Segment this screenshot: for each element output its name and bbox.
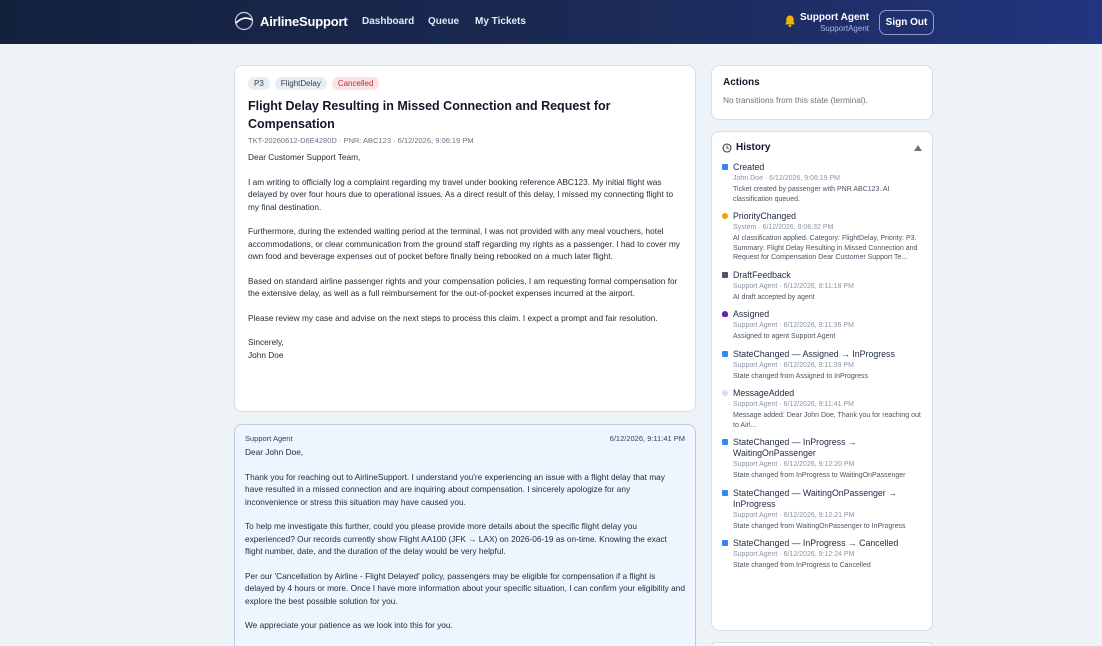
history-event-meta: Support Agent · 6/12/2026, 9:12:20 PM: [733, 461, 855, 468]
ticket-detail-card: P3 FlightDelay Cancelled Flight Delay Re…: [234, 65, 696, 412]
next-card-edge: [711, 642, 933, 646]
actions-card: Actions No transitions from this state (…: [711, 65, 933, 120]
history-event-name: Created: [733, 162, 765, 172]
history-event-desc: AI classification applied. Category: Fli…: [733, 235, 918, 261]
priority-badge: P3: [248, 77, 270, 90]
nav-queue[interactable]: Queue: [428, 16, 459, 27]
ticket-paragraph: I am writing to officially log a complai…: [248, 176, 674, 212]
history-item: StateChanged — Assigned → InProgress Sup…: [722, 349, 922, 382]
reply-paragraph: To help me investigate this further, cou…: [245, 521, 667, 556]
collapse-caret-icon[interactable]: [914, 145, 922, 151]
history-item: StateChanged — InProgress → Cancelled Su…: [722, 538, 922, 571]
message-icon: [722, 390, 728, 396]
sign-out-button[interactable]: Sign Out: [879, 10, 934, 35]
history-title: History: [736, 142, 771, 153]
history-card: History Created John Doe · 6/12/2026, 9:…: [711, 131, 933, 631]
agent-name: Support Agent: [799, 12, 869, 23]
history-event-desc: State changed from InProgress to Waiting…: [733, 472, 906, 479]
history-event-desc: AI draft accepted by agent: [733, 293, 815, 301]
nav-dashboard[interactable]: Dashboard: [362, 16, 414, 27]
actions-note: No transitions from this state (terminal…: [723, 95, 868, 105]
history-event-meta: John Doe · 6/12/2026, 9:06:19 PM: [733, 175, 841, 182]
reply-paragraph: Per our 'Cancellation by Airline - Fligh…: [245, 570, 685, 606]
brand-name: AirlineSupport: [260, 13, 348, 29]
state-change-icon: [722, 489, 728, 496]
reply-author: Support Agent: [245, 434, 293, 443]
history-event-desc: Assigned to agent Support Agent: [733, 333, 836, 340]
history-event-name: StateChanged — WaitingOnPassenger → InPr…: [733, 487, 897, 509]
ticket-paragraph: Please review my case and advise on the …: [248, 312, 658, 323]
reply-header: Support Agent 6/12/2026, 9:11:41 PM: [245, 434, 685, 443]
history-list: Created John Doe · 6/12/2026, 9:06:19 PM…: [722, 162, 922, 571]
state-change-icon: [722, 540, 728, 546]
category-badge: FlightDelay: [274, 77, 327, 90]
nav-my-tickets[interactable]: My Tickets: [475, 16, 526, 27]
history-event-desc: State changed from WaitingOnPassenger to…: [733, 522, 906, 530]
bell-icon[interactable]: [783, 14, 797, 28]
history-event-desc: Ticket created by passenger with PNR ABC…: [733, 186, 890, 203]
ticket-title: Flight Delay Resulting in Missed Connect…: [248, 99, 611, 131]
priority-icon: [722, 213, 728, 219]
ticket-badges: P3 FlightDelay Cancelled: [248, 77, 682, 90]
history-item: StateChanged — InProgress → WaitingOnPas…: [722, 437, 922, 481]
history-item: Created John Doe · 6/12/2026, 9:06:19 PM…: [722, 162, 922, 204]
clock-icon: [722, 142, 732, 153]
reply-paragraph: Dear John Doe,: [245, 447, 304, 457]
reply-paragraph: Thank you for reaching out to AirlineSup…: [245, 471, 665, 507]
ticket-paragraph: Based on standard airline passenger righ…: [248, 275, 678, 299]
top-navigation-bar: AirlineSupport Dashboard Queue My Ticket…: [0, 0, 1102, 44]
history-event-meta: Support Agent · 6/12/2026, 9:12:21 PM: [733, 511, 855, 519]
history-event-meta: Support Agent · 6/12/2026, 9:12:24 PM: [733, 551, 855, 558]
ticket-meta: TKT-20260612-D6E4280D · PNR: ABC123 · 6/…: [248, 136, 474, 145]
actions-title: Actions: [723, 77, 760, 88]
ticket-signoff: Sincerely,: [248, 337, 284, 347]
reply-paragraph: We appreciate your patience as we look i…: [245, 620, 453, 630]
ticket-signature: John Doe: [248, 349, 284, 360]
ticket-paragraph: Dear Customer Support Team,: [248, 152, 361, 162]
draft-feedback-icon: [722, 271, 728, 278]
history-item: StateChanged — WaitingOnPassenger → InPr…: [722, 488, 922, 532]
ticket-body: Dear Customer Support Team, I am writing…: [248, 151, 682, 361]
history-item: PriorityChanged System · 6/12/2026, 9:06…: [722, 211, 922, 263]
history-event-name: StateChanged — Assigned → InProgress: [733, 348, 895, 359]
history-event-meta: Support Agent · 6/12/2026, 9:11:39 PM: [733, 361, 854, 369]
created-icon: [722, 164, 728, 170]
history-event-name: DraftFeedback: [733, 269, 791, 280]
history-event-meta: Support Agent · 6/12/2026, 9:11:36 PM: [733, 322, 854, 329]
history-event-name: StateChanged — InProgress → WaitingOnPas…: [733, 437, 857, 458]
agent-username: SupportAgent: [820, 24, 869, 33]
history-item: MessageAdded Support Agent · 6/12/2026, …: [722, 388, 922, 430]
history-event-name: MessageAdded: [733, 388, 795, 398]
history-event-name: PriorityChanged: [733, 211, 797, 221]
history-event-meta: Support Agent · 6/12/2026, 9:11:18 PM: [733, 282, 854, 290]
state-change-icon: [722, 439, 728, 445]
user-icon: [722, 311, 728, 317]
history-event-name: StateChanged — InProgress → Cancelled: [733, 538, 899, 548]
history-item: Assigned Support Agent · 6/12/2026, 9:11…: [722, 309, 922, 342]
brand-logo[interactable]: AirlineSupport: [234, 11, 348, 31]
history-header[interactable]: History: [722, 142, 922, 153]
history-event-desc: State changed from Assigned to InProgres…: [733, 372, 869, 380]
status-badge: Cancelled: [331, 77, 380, 90]
reply-timestamp: 6/12/2026, 9:11:41 PM: [609, 434, 685, 443]
history-event-name: Assigned: [733, 309, 770, 319]
history-event-meta: System · 6/12/2026, 9:06:32 PM: [733, 224, 834, 231]
ticket-paragraph: Furthermore, during the extended waiting…: [248, 226, 680, 261]
airline-logo-icon: [234, 11, 254, 31]
state-change-icon: [722, 350, 728, 357]
history-event-desc: Message added: Dear John Doe, Thank you …: [733, 412, 921, 429]
agent-reply-card: Support Agent 6/12/2026, 9:11:41 PM Dear…: [234, 424, 696, 646]
history-event-meta: Support Agent · 6/12/2026, 9:11:41 PM: [733, 401, 854, 408]
history-event-desc: State changed from InProgress to Cancell…: [733, 562, 871, 569]
reply-body: Dear John Doe, Thank you for reaching ou…: [245, 446, 685, 632]
history-item: DraftFeedback Support Agent · 6/12/2026,…: [722, 270, 922, 303]
